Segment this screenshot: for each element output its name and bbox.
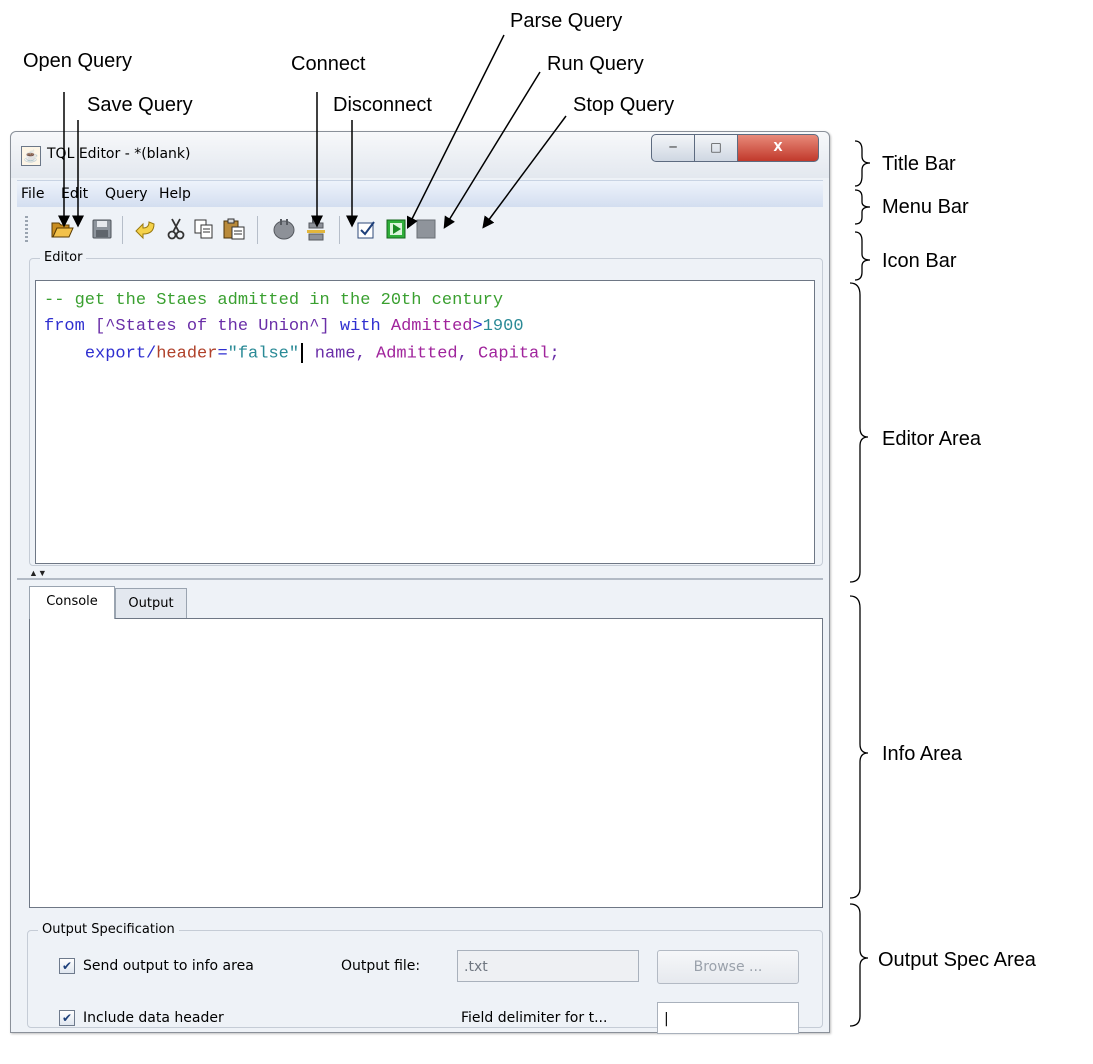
- region-label-editor-area: Editor Area: [882, 428, 981, 450]
- code-table-name: ^States of the Union^: [105, 317, 320, 336]
- title-bar[interactable]: ☕ TQL Editor - *(blank) ─ □ X: [11, 132, 829, 178]
- code-keyword-export: export: [84, 344, 147, 364]
- code-bracket-open: [: [84, 317, 106, 336]
- code-operator: >: [472, 317, 483, 336]
- code-string-false: "false": [227, 344, 300, 364]
- region-label-info-area: Info Area: [882, 743, 963, 765]
- brace-title-bar: [854, 140, 871, 187]
- editor-label: Editor: [40, 250, 87, 265]
- code-semicolon: ;: [549, 344, 560, 364]
- code-slash: /: [146, 344, 157, 364]
- tql-editor-window: ☕ TQL Editor - *(blank) ─ □ X File Edit …: [10, 131, 830, 1034]
- output-file-label: Output file:: [341, 958, 421, 974]
- toolbar-separator: [122, 216, 123, 244]
- browse-button[interactable]: Browse ...: [657, 950, 799, 984]
- tab-output[interactable]: Output: [115, 588, 187, 619]
- callout-stop-query: Stop Query: [573, 94, 675, 116]
- toolbar-separator: [339, 216, 340, 244]
- field-delimiter-label: Field delimiter for t...: [461, 1010, 608, 1026]
- code-comment: -- get the Staes admitted in the 20th ce…: [44, 291, 504, 310]
- brace-output-spec-area: [849, 903, 869, 1027]
- run-play-icon[interactable]: [383, 216, 409, 242]
- code-field-name: name,: [304, 344, 376, 364]
- parse-check-icon[interactable]: [353, 216, 379, 242]
- menu-edit[interactable]: Edit: [61, 186, 88, 202]
- menu-bar: File Edit Query Help: [17, 180, 823, 207]
- cut-scissors-icon[interactable]: [163, 216, 189, 242]
- brace-info-area: [849, 595, 869, 899]
- callout-parse-query: Parse Query: [510, 10, 623, 32]
- code-field-capital: Capital: [478, 344, 550, 364]
- region-label-title-bar: Title Bar: [882, 153, 956, 175]
- callout-disconnect: Disconnect: [333, 94, 432, 116]
- paste-icon[interactable]: [221, 216, 247, 242]
- code-keyword-header: header: [156, 344, 218, 364]
- window-title: TQL Editor - *(blank): [47, 146, 191, 162]
- output-spec-label: Output Specification: [38, 922, 179, 937]
- code-line-3: export/header="false" name, Admitted, Ca…: [44, 343, 560, 363]
- field-delimiter-input[interactable]: |: [657, 1002, 799, 1034]
- code-keyword-from: from: [44, 317, 85, 336]
- menu-file[interactable]: File: [21, 186, 44, 202]
- code-line-2: from [^States of the Union^] with Admitt…: [44, 317, 524, 336]
- icon-bar: [17, 208, 823, 250]
- toolbar-separator: [257, 216, 258, 244]
- callout-open-query: Open Query: [23, 50, 132, 72]
- split-pane-divider[interactable]: [17, 578, 823, 580]
- text-caret: [301, 343, 303, 363]
- region-label-menu-bar: Menu Bar: [882, 196, 969, 218]
- close-button[interactable]: X: [737, 134, 819, 162]
- minimize-button[interactable]: ─: [651, 134, 695, 162]
- undo-icon[interactable]: [133, 216, 159, 242]
- connect-plug-icon[interactable]: [271, 216, 297, 242]
- code-line-1: -- get the Staes admitted in the 20th ce…: [44, 291, 503, 310]
- disconnect-plug-icon[interactable]: [303, 216, 329, 242]
- code-comma: ,: [457, 344, 479, 364]
- query-editor[interactable]: -- get the Staes admitted in the 20th ce…: [35, 280, 815, 564]
- save-disk-icon[interactable]: [89, 216, 115, 242]
- region-label-icon-bar: Icon Bar: [882, 250, 957, 272]
- callout-connect: Connect: [291, 53, 366, 75]
- maximize-button[interactable]: □: [694, 134, 738, 162]
- console-panel[interactable]: [29, 618, 823, 908]
- java-app-icon: ☕: [21, 146, 41, 166]
- menu-query[interactable]: Query: [105, 186, 148, 202]
- code-number: 1900: [482, 317, 524, 336]
- output-file-field[interactable]: .txt: [457, 950, 639, 982]
- region-label-output-spec-area: Output Spec Area: [878, 949, 1036, 971]
- include-header-label: Include data header: [83, 1010, 224, 1026]
- brace-icon-bar: [854, 231, 871, 281]
- callout-save-query: Save Query: [87, 94, 193, 116]
- code-bracket-close: ]: [319, 317, 340, 336]
- tab-console[interactable]: Console: [29, 586, 115, 619]
- code-field-admitted: Admitted: [390, 317, 473, 336]
- menu-help[interactable]: Help: [159, 186, 191, 202]
- callout-run-query: Run Query: [547, 53, 644, 75]
- code-equals: =: [217, 344, 228, 364]
- brace-menu-bar: [854, 189, 871, 225]
- splitter-arrows-icon[interactable]: ▲▼: [29, 568, 47, 578]
- brace-editor-area: [849, 282, 869, 583]
- include-header-checkbox[interactable]: ✔: [59, 1010, 75, 1026]
- toolbar-grip[interactable]: [25, 216, 28, 242]
- copy-icon[interactable]: [191, 216, 217, 242]
- code-keyword-with: with: [339, 317, 381, 336]
- code-field-admitted: Admitted: [376, 344, 458, 364]
- stop-square-icon[interactable]: [413, 216, 439, 242]
- send-output-label: Send output to info area: [83, 958, 254, 974]
- open-folder-icon[interactable]: [49, 216, 75, 242]
- send-output-checkbox[interactable]: ✔: [59, 958, 75, 974]
